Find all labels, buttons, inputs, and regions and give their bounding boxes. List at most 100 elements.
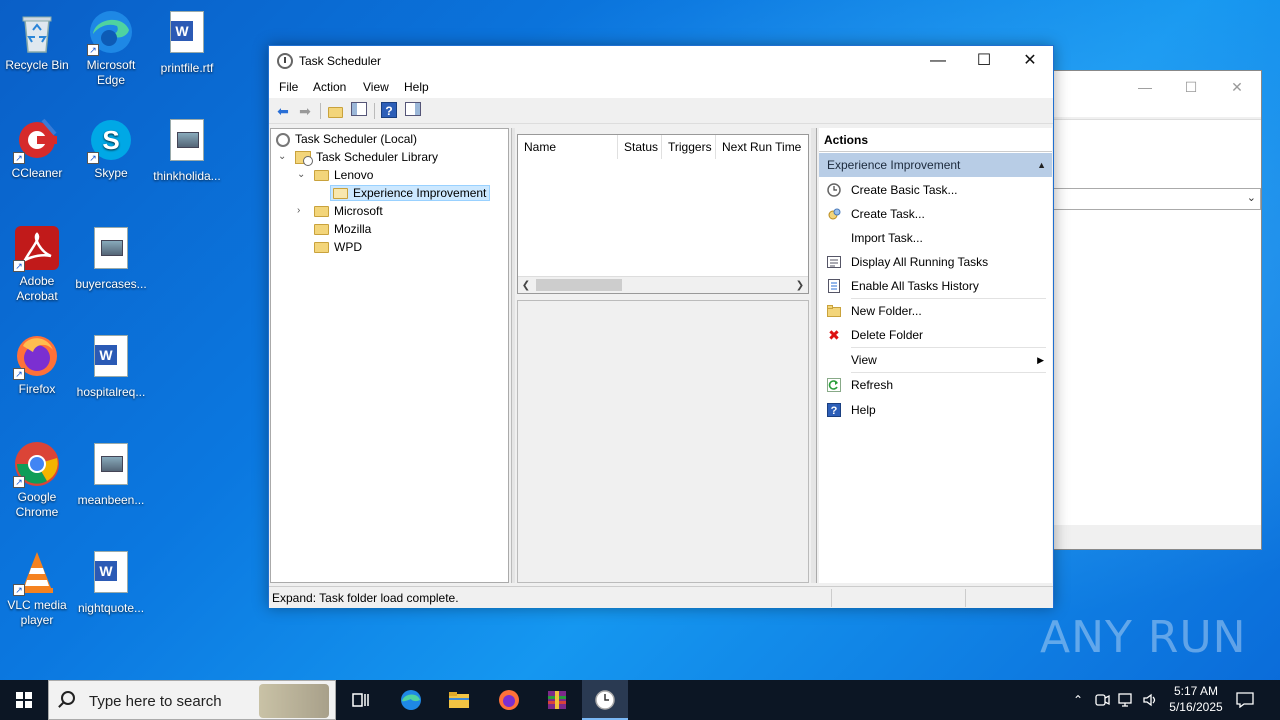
menu-help[interactable]: Help [404, 80, 429, 94]
up-folder-icon[interactable] [326, 102, 344, 120]
action-help[interactable]: ? Help [819, 398, 1052, 422]
maximize-button[interactable]: ☐ [961, 46, 1007, 76]
volume-icon[interactable] [1142, 680, 1160, 720]
window-titlebar[interactable]: Task Scheduler — ☐ ✕ [269, 46, 1053, 76]
desktop-icon-hospitalreq[interactable]: W hospitalreq... [74, 332, 148, 400]
taskbar-task-scheduler-icon[interactable] [582, 680, 628, 720]
action-new-folder[interactable]: New Folder... [819, 299, 1052, 323]
taskbar-search-box[interactable]: Type here to search [48, 680, 336, 720]
actions-section-header[interactable]: Experience Improvement ▲ [819, 153, 1052, 177]
desktop-icon-label: Adobe Acrobat [16, 274, 58, 303]
desktop-icon-microsoft-edge[interactable]: ↗ Microsoft Edge [74, 8, 148, 88]
status-bar: Expand: Task folder load complete. [269, 586, 1053, 608]
ccleaner-icon: ↗ [13, 116, 61, 164]
console-tree[interactable]: Task Scheduler (Local) ⌄ Task Scheduler … [270, 128, 509, 583]
desktop-icon-vlc[interactable]: ↗ VLC media player [0, 548, 74, 628]
column-header-name[interactable]: Name [518, 135, 618, 159]
toolbar-separator [320, 103, 321, 119]
vlc-icon: ↗ [13, 548, 61, 596]
background-dropdown[interactable]: ⌄ [1053, 188, 1261, 210]
action-enable-history[interactable]: Enable All Tasks History [819, 274, 1052, 298]
scroll-left-icon[interactable]: ❮ [518, 277, 534, 294]
recycle-bin-icon [13, 8, 61, 56]
tree-node-lenovo[interactable]: ⌄ Lenovo [297, 166, 373, 184]
maximize-icon[interactable]: ☐ [1171, 75, 1211, 99]
desktop-icon-recycle-bin[interactable]: Recycle Bin [0, 8, 74, 73]
minimize-icon[interactable]: — [1125, 75, 1165, 99]
notifications-icon[interactable] [1236, 680, 1260, 720]
show-hide-tree-icon[interactable] [350, 102, 368, 120]
collapse-arrow-icon[interactable]: ▲ [1037, 153, 1046, 177]
desktop-icon-nightquote[interactable]: W nightquote... [74, 548, 148, 616]
action-display-running-tasks[interactable]: Display All Running Tasks [819, 250, 1052, 274]
desktop-icon-label: printfile.rtf [160, 61, 214, 75]
horizontal-scrollbar[interactable]: ❮ ❯ [518, 276, 808, 293]
shortcut-arrow-icon: ↗ [13, 152, 25, 164]
column-header-triggers[interactable]: Triggers [662, 135, 716, 159]
menu-action[interactable]: Action [313, 80, 346, 94]
desktop-icon-label: CCleaner [11, 166, 63, 180]
tree-node-local[interactable]: Task Scheduler (Local) [276, 130, 417, 148]
desktop-icon-buyercases[interactable]: buyercases... [74, 224, 148, 292]
tree-node-mozilla[interactable]: Mozilla [314, 220, 371, 238]
scrollbar-thumb[interactable] [536, 279, 622, 291]
desktop-icon-label: Google Chrome [15, 490, 59, 519]
menu-view[interactable]: View [363, 80, 389, 94]
open-folder-icon [333, 188, 348, 200]
tree-node-library[interactable]: ⌄ Task Scheduler Library [278, 148, 438, 167]
task-list[interactable]: Name Status Triggers Next Run Time ❮ ❯ [517, 134, 809, 294]
tree-node-microsoft[interactable]: › Microsoft [297, 202, 383, 220]
toolbar-separator [374, 103, 375, 119]
tree-node-wpd[interactable]: WPD [314, 238, 362, 256]
desktop-icon-thinkholida[interactable]: thinkholida... [150, 116, 224, 184]
background-window-titlebar[interactable]: — ☐ ✕ [1053, 71, 1261, 117]
task-scheduler-window[interactable]: Task Scheduler — ☐ ✕ File Action View He… [268, 45, 1054, 608]
help-icon[interactable]: ? [380, 102, 398, 120]
chrome-icon: ↗ [13, 440, 61, 488]
taskbar-firefox-icon[interactable] [486, 680, 532, 720]
taskbar-clock[interactable]: 5:17 AM 5/16/2025 [1160, 683, 1232, 715]
show-hidden-icons-chevron-icon[interactable]: ⌃ [1070, 680, 1086, 720]
action-delete-folder[interactable]: ✖ Delete Folder [819, 323, 1052, 347]
chevron-down-icon[interactable]: ⌄ [297, 166, 309, 184]
network-icon[interactable] [1118, 680, 1136, 720]
desktop-icon-skype[interactable]: S ↗ Skype [74, 116, 148, 181]
close-icon[interactable]: ✕ [1217, 75, 1257, 99]
desktop-icon-printfile[interactable]: W printfile.rtf [150, 8, 224, 76]
action-refresh[interactable]: Refresh [819, 373, 1052, 397]
pane-splitter[interactable] [511, 128, 515, 583]
start-button[interactable] [0, 680, 48, 720]
desktop-icon-meanbeen[interactable]: meanbeen... [74, 440, 148, 508]
action-create-basic-task[interactable]: Create Basic Task... [819, 178, 1052, 202]
show-action-pane-icon[interactable] [404, 102, 422, 120]
scroll-right-icon[interactable]: ❯ [792, 277, 808, 294]
menu-file[interactable]: File [279, 80, 298, 94]
pane-splitter[interactable] [811, 128, 817, 583]
meet-now-icon[interactable] [1094, 680, 1112, 720]
action-import-task[interactable]: Import Task... [819, 226, 1052, 250]
column-header-next-run-time[interactable]: Next Run Time [716, 135, 808, 159]
taskbar-winrar-icon[interactable] [534, 680, 580, 720]
menu-bar: File Action View Help [269, 76, 1053, 98]
action-create-task[interactable]: Create Task... [819, 202, 1052, 226]
taskbar-edge-icon[interactable] [388, 680, 434, 720]
chevron-down-icon[interactable]: ⌄ [278, 148, 290, 166]
action-view[interactable]: View ▶ [819, 348, 1052, 372]
desktop-icon-adobe-acrobat[interactable]: ↗ Adobe Acrobat [0, 224, 74, 304]
background-window[interactable]: — ☐ ✕ ⌄ [1052, 70, 1262, 550]
desktop-icon-firefox[interactable]: ↗ Firefox [0, 332, 74, 397]
minimize-button[interactable]: — [915, 46, 961, 76]
close-button[interactable]: ✕ [1007, 46, 1053, 76]
tree-node-experience-improvement[interactable]: Experience Improvement [330, 184, 491, 202]
forward-arrow-icon[interactable]: ➡ [296, 102, 314, 120]
toolbar: ⬅ ➡ ? [269, 98, 1053, 124]
desktop-icon-ccleaner[interactable]: ↗ CCleaner [0, 116, 74, 181]
task-view-button[interactable] [338, 680, 384, 720]
back-arrow-icon[interactable]: ⬅ [274, 102, 292, 120]
chevron-right-icon[interactable]: › [297, 202, 309, 220]
shortcut-arrow-icon: ↗ [13, 260, 25, 272]
background-window-content: ⌄ [1053, 119, 1261, 525]
column-header-status[interactable]: Status [618, 135, 662, 159]
taskbar-file-explorer-icon[interactable] [436, 680, 482, 720]
desktop-icon-google-chrome[interactable]: ↗ Google Chrome [0, 440, 74, 520]
